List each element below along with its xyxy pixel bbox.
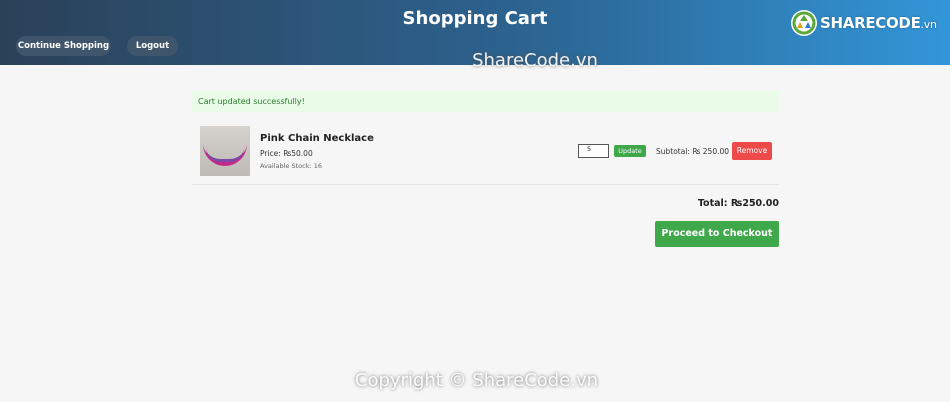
logo-text: SHARECODE.vn	[820, 14, 937, 32]
watermark-top: ShareCode.vn	[472, 50, 598, 71]
proceed-to-checkout-button[interactable]: Proceed to Checkout	[655, 221, 779, 247]
product-name: Pink Chain Necklace	[260, 133, 374, 144]
success-flash-message: Cart updated successfully!	[192, 91, 779, 112]
product-stock: Available Stock: 16	[260, 162, 323, 170]
product-price: Price: ₨50.00	[260, 149, 313, 158]
cart-item: Pink Chain Necklace Price: ₨50.00 Availa…	[192, 120, 779, 185]
sharecode-logo: SHARECODE.vn	[790, 9, 940, 39]
recycle-logo-icon	[791, 10, 817, 36]
cart-total: Total: ₨250.00	[697, 198, 779, 209]
product-image	[200, 126, 250, 176]
update-quantity-button[interactable]: Update	[614, 145, 646, 157]
remove-item-button[interactable]: Remove	[732, 142, 772, 160]
quantity-input[interactable]: 5	[578, 144, 609, 158]
item-subtotal: Subtotal: ₨ 250.00	[656, 147, 730, 156]
watermark-copyright: Copyright © ShareCode.vn	[354, 370, 599, 391]
